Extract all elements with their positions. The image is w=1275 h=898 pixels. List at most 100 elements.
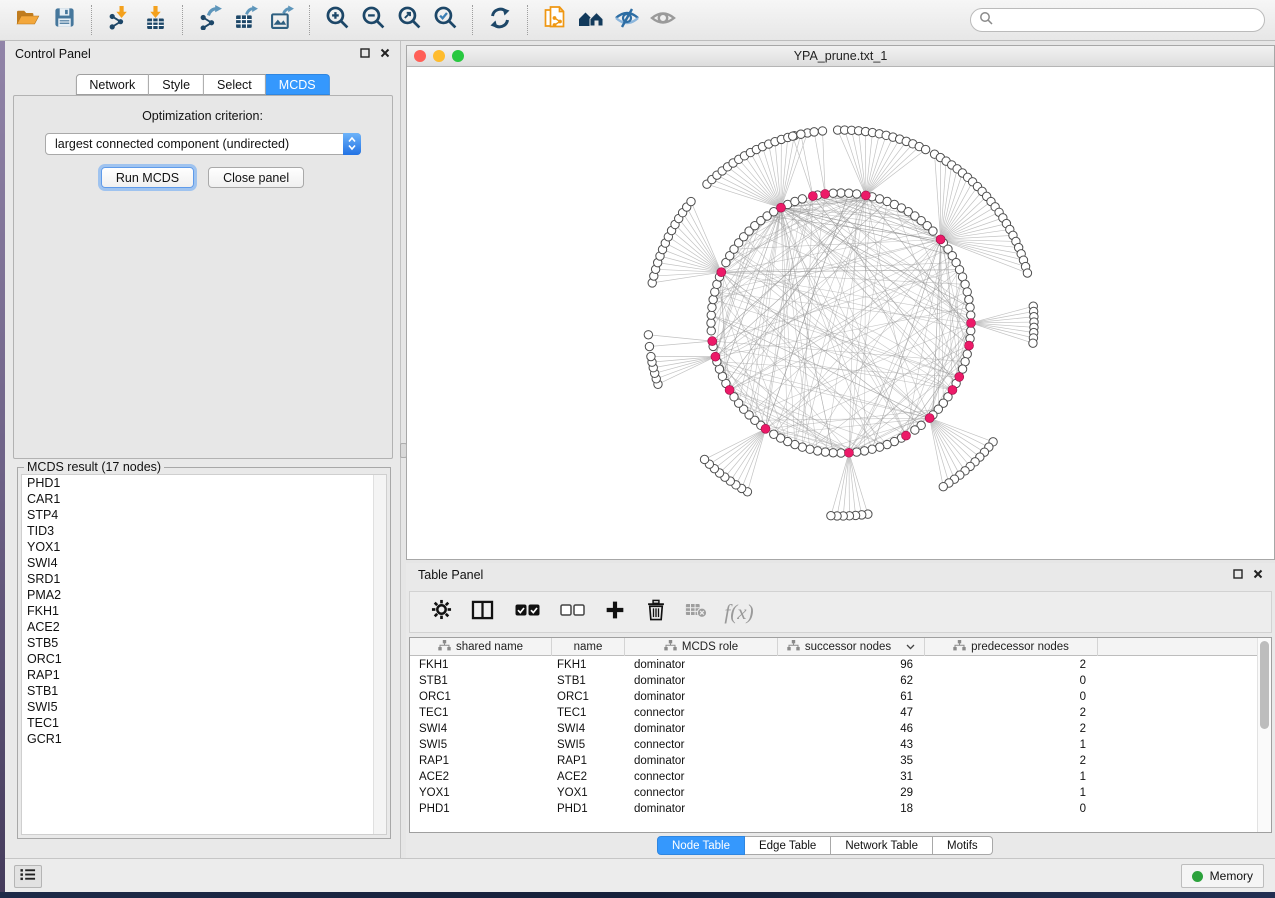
table-row[interactable]: TEC1TEC1connector472 [410,705,1257,721]
tab-style[interactable]: Style [149,74,204,95]
mcds-result-item[interactable]: SWI4 [22,555,386,571]
table-scrollbar[interactable] [1257,638,1271,832]
tab-network[interactable]: Network [75,74,149,95]
search-input[interactable] [998,12,1256,28]
cell: SWI5 [410,737,552,753]
mcds-result-item[interactable]: GCR1 [22,731,386,747]
mcds-result-item[interactable]: YOX1 [22,539,386,555]
tab-network-table[interactable]: Network Table [831,836,933,855]
cell: SWI4 [552,721,625,737]
table-row[interactable]: FKH1FKH1dominator962 [410,657,1257,673]
main-toolbar [0,0,1275,41]
chevron-down-icon[interactable] [906,641,915,653]
mcds-result-item[interactable]: TID3 [22,523,386,539]
select-all-rows-button[interactable] [504,595,550,629]
mcds-result-item[interactable]: SWI5 [22,699,386,715]
network-window-titlebar[interactable]: YPA_prune.txt_1 [407,46,1274,67]
mcds-result-item[interactable]: ACE2 [22,619,386,635]
mcds-result-item[interactable]: FKH1 [22,603,386,619]
table-row[interactable]: STB1STB1dominator620 [410,673,1257,689]
show-columns-button[interactable] [460,595,504,629]
table-row[interactable]: SWI5SWI5connector431 [410,737,1257,753]
import-table-icon [143,5,168,35]
open-folder-icon [15,6,41,35]
tab-select[interactable]: Select [204,74,266,95]
cell: ACE2 [410,769,552,785]
column-header-MCDS-role[interactable]: MCDS role [625,638,778,656]
column-header-shared-name[interactable]: shared name [410,638,552,656]
mcds-result-item[interactable]: CAR1 [22,491,386,507]
cell: 2 [925,705,1098,721]
task-history-button[interactable] [14,865,42,888]
column-header-successor-nodes[interactable]: successor nodes [778,638,925,656]
export-image-button[interactable] [264,3,300,37]
zoom-fit-icon [397,5,422,35]
memory-button[interactable]: Memory [1181,864,1264,888]
open-recent-home-button[interactable] [573,3,609,37]
mcds-result-item[interactable]: PMA2 [22,587,386,603]
global-search[interactable] [970,8,1265,32]
tab-edge-table[interactable]: Edge Table [745,836,831,855]
show-graphics-details-button[interactable] [645,3,681,37]
save-floppy-icon [53,6,76,34]
share-document-button[interactable] [537,3,573,37]
memory-button-label: Memory [1210,869,1253,883]
cell: dominator [625,689,778,705]
refresh-view-button[interactable] [482,3,518,37]
mcds-result-item[interactable]: SRD1 [22,571,386,587]
cell: dominator [625,721,778,737]
table-row[interactable]: YOX1YOX1connector291 [410,785,1257,801]
tab-node-table[interactable]: Node Table [657,836,745,855]
splitter-handle[interactable] [400,443,407,458]
close-panel-button[interactable]: Close panel [208,167,304,188]
mcds-result-item[interactable]: RAP1 [22,667,386,683]
mcds-result-item[interactable]: STB1 [22,683,386,699]
zoom-selected-button[interactable] [427,3,463,37]
mcds-result-item[interactable]: ORC1 [22,651,386,667]
cell: YOX1 [552,785,625,801]
save-session-button[interactable] [46,3,82,37]
table-row[interactable]: RAP1RAP1dominator352 [410,753,1257,769]
import-table-button[interactable] [137,3,173,37]
create-column-button[interactable] [594,595,636,629]
hide-graphics-details-button[interactable] [609,3,645,37]
close-panel-icon[interactable] [1253,566,1263,584]
export-network-button[interactable] [192,3,228,37]
float-panel-icon[interactable] [1233,566,1243,584]
deselect-all-rows-button[interactable] [550,595,594,629]
import-network-button[interactable] [101,3,137,37]
table-scrollbar-thumb[interactable] [1260,641,1269,729]
tab-motifs[interactable]: Motifs [933,836,993,855]
criterion-select[interactable]: largest connected component (undirected) [45,133,361,155]
mcds-result-scrollbar[interactable] [373,475,386,834]
cell: 31 [778,769,925,785]
float-panel-icon[interactable] [360,45,370,63]
column-header-name[interactable]: name [552,638,625,656]
zoom-out-button[interactable] [355,3,391,37]
table-row[interactable]: SWI4SWI4dominator462 [410,721,1257,737]
cell: 0 [925,801,1098,817]
network-canvas[interactable] [407,67,1274,559]
cell: PHD1 [410,801,552,817]
table-row[interactable]: ORC1ORC1dominator610 [410,689,1257,705]
table-body: FKH1FKH1dominator962STB1STB1dominator620… [410,657,1257,817]
network-graph[interactable] [407,67,1274,559]
mcds-result-item[interactable]: TEC1 [22,715,386,731]
run-mcds-button[interactable]: Run MCDS [101,167,194,188]
table-row[interactable]: PHD1PHD1dominator180 [410,801,1257,817]
tab-mcds[interactable]: MCDS [266,74,330,95]
eye-slash-icon [614,6,640,35]
delete-column-button[interactable] [636,595,676,629]
mcds-result-item[interactable]: STB5 [22,635,386,651]
close-panel-icon[interactable] [380,45,390,63]
zoom-fit-button[interactable] [391,3,427,37]
open-file-button[interactable] [10,3,46,37]
table-row[interactable]: ACE2ACE2connector311 [410,769,1257,785]
table-settings-button[interactable] [422,595,460,629]
mcds-result-item[interactable]: STP4 [22,507,386,523]
mcds-result-list[interactable]: PHD1CAR1STP4TID3YOX1SWI4SRD1PMA2FKH1ACE2… [21,474,387,835]
mcds-result-item[interactable]: PHD1 [22,475,386,491]
zoom-in-button[interactable] [319,3,355,37]
column-header-predecessor-nodes[interactable]: predecessor nodes [925,638,1098,656]
export-table-button[interactable] [228,3,264,37]
